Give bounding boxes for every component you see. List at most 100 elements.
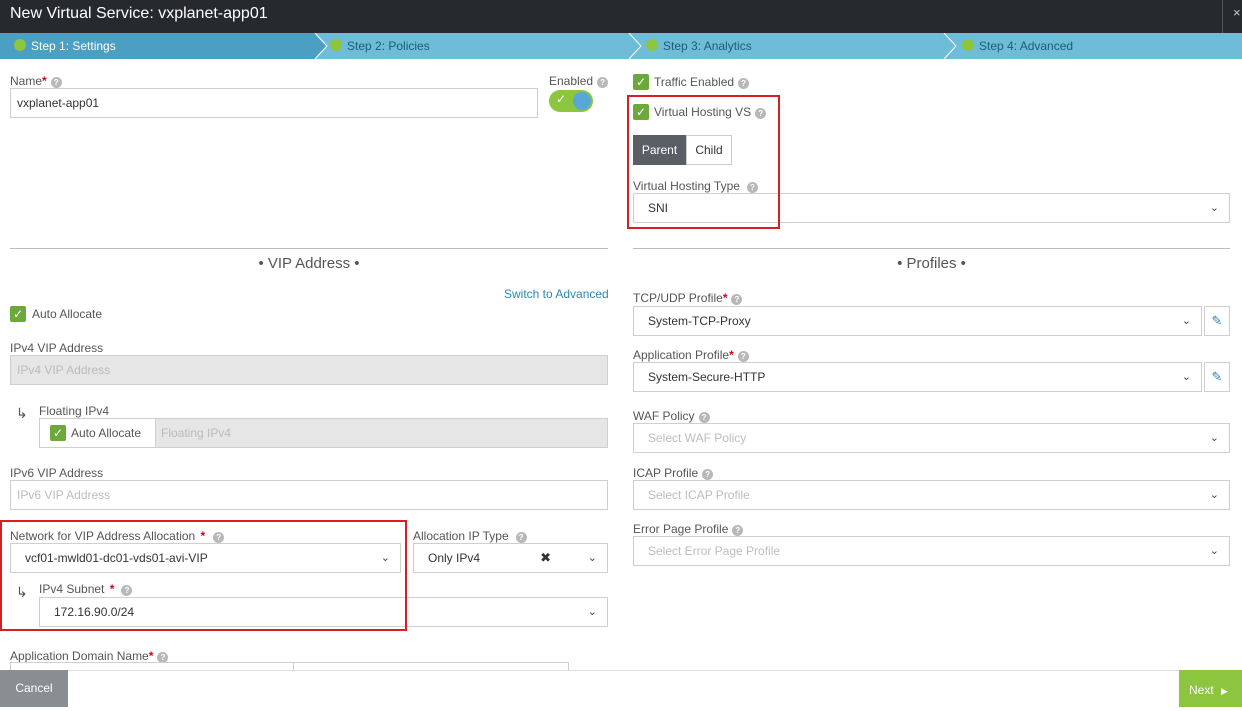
help-icon[interactable]: ? — [738, 78, 750, 89]
tcp-profile-label: TCP/UDP Profile*? — [633, 291, 743, 305]
help-icon[interactable]: ? — [737, 351, 749, 362]
app-profile-value: System-Secure-HTTP — [648, 370, 766, 384]
help-icon[interactable]: ? — [698, 412, 710, 423]
step-label: Step 1: Settings — [31, 39, 116, 53]
tcp-profile-select[interactable]: System-TCP-Proxy ⌄ — [633, 306, 1202, 336]
edit-app-profile-pencil-icon[interactable]: ✎ — [1204, 362, 1230, 392]
error-page-placeholder: Select Error Page Profile — [648, 544, 781, 558]
alloc-type-label: Allocation IP Type? — [413, 529, 527, 543]
chevron-down-icon: ⌄ — [1209, 202, 1219, 214]
enabled-toggle[interactable]: ✓ — [549, 90, 593, 112]
floating-ipv4-input[interactable]: Floating IPv4 — [161, 419, 231, 447]
error-page-select[interactable]: Select Error Page Profile ⌄ — [633, 536, 1230, 566]
tcp-profile-value: System-TCP-Proxy — [648, 314, 751, 328]
subnet-value: 172.16.90.0/24 — [54, 605, 135, 619]
indent-arrow-icon: ↳ — [16, 584, 28, 600]
help-icon[interactable]: ? — [731, 294, 743, 305]
window-title: New Virtual Service: vxplanet-app01 — [10, 5, 268, 22]
vh-type-value: SNI — [648, 201, 669, 215]
wizard-steps: Step 1: Settings Step 2: Policies Step 3… — [0, 33, 1242, 59]
traffic-enabled-checkbox[interactable]: ✓ — [633, 74, 649, 90]
next-button[interactable]: Next ▶ — [1179, 670, 1242, 707]
tab-step-4-advanced[interactable]: Step 4: Advanced — [962, 33, 1242, 59]
vh-parent-button[interactable]: Parent — [633, 135, 686, 165]
alloc-type-value: Only IPv4 — [428, 551, 481, 565]
network-label: Network for VIP Address Allocation *? — [10, 529, 225, 543]
chevron-down-icon: ⌄ — [1181, 371, 1191, 383]
icap-profile-select[interactable]: Select ICAP Profile ⌄ — [633, 480, 1230, 510]
app-profile-select[interactable]: System-Secure-HTTP ⌄ — [633, 362, 1202, 392]
ipv6-vip-label: IPv6 VIP Address — [10, 466, 104, 480]
ipv6-vip-input[interactable]: IPv6 VIP Address — [10, 480, 608, 510]
step-separator-icon — [628, 33, 642, 59]
traffic-enabled-label: Traffic Enabled? — [654, 75, 750, 89]
help-icon[interactable]: ? — [746, 182, 758, 193]
window-title-bar: New Virtual Service: vxplanet-app01 × — [0, 0, 1242, 33]
edit-tcp-profile-pencil-icon[interactable]: ✎ — [1204, 306, 1230, 336]
tab-step-3-analytics[interactable]: Step 3: Analytics — [646, 33, 946, 59]
vip-section-title: • VIP Address • — [258, 255, 360, 272]
help-icon[interactable]: ? — [732, 525, 744, 536]
help-icon[interactable]: ? — [213, 532, 225, 543]
app-domain-label: Application Domain Name*? — [10, 649, 169, 663]
clear-icon[interactable]: ✖ — [540, 544, 551, 572]
cancel-button[interactable]: Cancel — [0, 670, 68, 707]
toggle-knob — [573, 92, 591, 110]
chevron-down-icon: ⌄ — [380, 552, 390, 564]
check-circle-icon — [646, 39, 658, 51]
ipv4-vip-input[interactable]: IPv4 VIP Address — [10, 355, 608, 385]
icap-profile-label: ICAP Profile? — [633, 466, 714, 480]
chevron-down-icon: ⌄ — [587, 606, 597, 618]
close-icon[interactable]: × — [1222, 0, 1242, 33]
auto-allocate-checkbox[interactable]: ✓ — [10, 306, 26, 322]
floating-ipv4-group: ✓ Auto Allocate Floating IPv4 — [39, 418, 608, 448]
help-icon[interactable]: ? — [50, 77, 62, 88]
network-value: vcf01-mwld01-dc01-vds01-avi-VIP — [25, 551, 208, 565]
enabled-label: Enabled? — [549, 74, 609, 88]
virtual-hosting-checkbox[interactable]: ✓ — [633, 104, 649, 120]
name-input[interactable]: vxplanet-app01 — [10, 88, 538, 118]
floating-auto-allocate-label: Auto Allocate — [71, 426, 142, 440]
step-label: Step 4: Advanced — [979, 39, 1074, 53]
profiles-section-title: • Profiles • — [897, 255, 966, 272]
waf-policy-select[interactable]: Select WAF Policy ⌄ — [633, 423, 1230, 453]
vh-type-select[interactable]: SNI ⌄ — [633, 193, 1230, 223]
next-button-label: Next — [1189, 683, 1214, 697]
subnet-label: IPv4 Subnet *? — [39, 582, 133, 596]
tab-step-2-policies[interactable]: Step 2: Policies — [330, 33, 630, 59]
help-icon[interactable]: ? — [755, 108, 767, 119]
floating-ipv4-label: Floating IPv4 — [39, 404, 110, 418]
footer-bar — [0, 670, 1242, 707]
chevron-down-icon: ⌄ — [587, 552, 597, 564]
step-separator-icon — [314, 33, 328, 59]
vh-child-button[interactable]: Child — [686, 135, 732, 165]
floating-auto-allocate-checkbox[interactable]: ✓ — [50, 425, 66, 441]
check-circle-icon — [14, 39, 26, 51]
switch-to-advanced-link[interactable]: Switch to Advanced — [504, 287, 609, 301]
indent-arrow-icon: ↳ — [16, 405, 28, 421]
help-icon[interactable]: ? — [121, 585, 133, 596]
check-icon: ✓ — [556, 92, 567, 106]
waf-policy-placeholder: Select WAF Policy — [648, 431, 747, 445]
alloc-type-select[interactable]: Only IPv4 ✖ ⌄ — [413, 543, 608, 573]
vh-type-label: Virtual Hosting Type? — [633, 179, 758, 193]
tab-step-1-settings[interactable]: Step 1: Settings — [0, 33, 316, 59]
auto-allocate-label: Auto Allocate — [32, 307, 103, 321]
virtual-hosting-label: Virtual Hosting VS? — [654, 105, 767, 119]
chevron-right-icon: ▶ — [1221, 686, 1228, 696]
help-icon[interactable]: ? — [515, 532, 527, 543]
help-icon[interactable]: ? — [597, 77, 609, 88]
chevron-down-icon: ⌄ — [1209, 545, 1219, 557]
chevron-down-icon: ⌄ — [1209, 432, 1219, 444]
step-label: Step 2: Policies — [347, 39, 430, 53]
subnet-select[interactable]: 172.16.90.0/24 ⌄ — [39, 597, 608, 627]
network-select[interactable]: vcf01-mwld01-dc01-vds01-avi-VIP ⌄ — [10, 543, 401, 573]
floating-auto-allocate-addon[interactable]: ✓ Auto Allocate — [40, 419, 156, 447]
help-icon[interactable]: ? — [702, 469, 714, 480]
step-separator-icon — [943, 33, 957, 59]
step-label: Step 3: Analytics — [663, 39, 752, 53]
name-label: Name*? — [10, 74, 62, 88]
chevron-down-icon: ⌄ — [1181, 315, 1191, 327]
icap-profile-placeholder: Select ICAP Profile — [648, 488, 750, 502]
ipv4-vip-label: IPv4 VIP Address — [10, 341, 104, 355]
